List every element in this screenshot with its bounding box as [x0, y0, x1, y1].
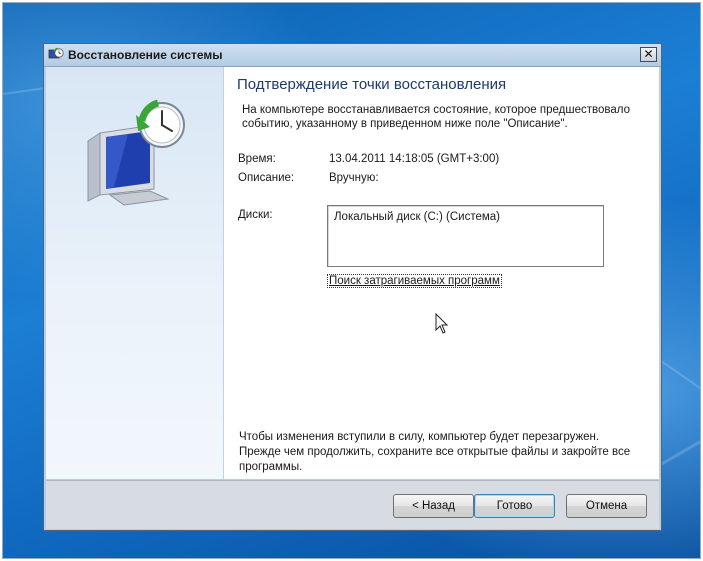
time-value: 13.04.2011 14:18:05 (GMT+3:00) — [329, 153, 500, 165]
back-button[interactable]: < Назад — [393, 494, 474, 518]
list-item[interactable]: Локальный диск (C:) (Система) — [334, 211, 500, 223]
description-value: Вручную: — [329, 172, 379, 184]
system-restore-icon — [48, 47, 64, 59]
intro-text: На компьютере восстанавливается состояни… — [242, 104, 630, 130]
title-bar[interactable]: Восстановление системы ✕ — [44, 44, 661, 67]
description-label: Описание: — [238, 172, 295, 184]
mouse-pointer-icon — [435, 313, 449, 334]
desktop-background: Восстановление системы ✕ Подтверждение т… — [2, 2, 701, 559]
finish-button[interactable]: Готово — [474, 494, 555, 518]
close-icon: ✕ — [643, 47, 654, 61]
scan-affected-programs-link[interactable]: Поиск затрагиваемых программ — [327, 274, 502, 288]
restart-warning-text: Чтобы изменения вступили в силу, компьют… — [239, 431, 631, 473]
page-title: Подтверждение точки восстановления — [237, 76, 507, 93]
time-label: Время: — [238, 153, 276, 165]
content-area: Подтверждение точки восстановления На ко… — [237, 67, 649, 479]
disks-label: Диски: — [238, 209, 273, 221]
left-banner-panel — [46, 67, 224, 479]
disks-list[interactable]: Локальный диск (C:) (Система) — [327, 205, 604, 267]
window-title: Восстановление системы — [68, 48, 223, 62]
button-bar: < Назад Готово Отмена — [46, 480, 659, 529]
cancel-button[interactable]: Отмена — [566, 494, 647, 518]
dialog-body: Подтверждение точки восстановления На ко… — [46, 67, 659, 479]
system-restore-dialog[interactable]: Восстановление системы ✕ Подтверждение т… — [43, 43, 662, 531]
monitor-clock-restore-icon — [87, 99, 185, 206]
close-button[interactable]: ✕ — [640, 47, 657, 62]
